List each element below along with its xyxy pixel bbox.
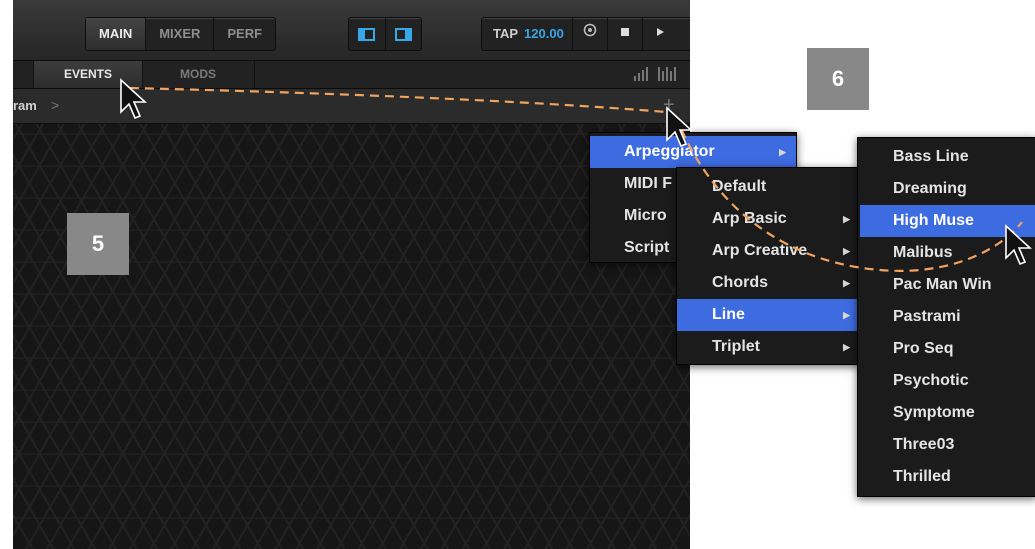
- section-tabs: EVENTS MODS: [13, 61, 690, 89]
- menu-item-arp-creative[interactable]: Arp Creative ▶: [677, 235, 860, 267]
- breadcrumb-item[interactable]: ram: [13, 98, 37, 113]
- step-badge-5: 5: [67, 213, 129, 275]
- menu-item-bass-line[interactable]: Bass Line: [858, 141, 1035, 173]
- meter-icon[interactable]: [634, 67, 648, 81]
- breadcrumb: ram > +: [13, 89, 690, 124]
- layout-left-icon: [358, 27, 376, 41]
- layout-right-button[interactable]: [386, 18, 422, 50]
- tab-mods[interactable]: MODS: [142, 61, 255, 88]
- tab-events[interactable]: EVENTS: [33, 61, 143, 88]
- step-badge-6: 6: [807, 48, 869, 110]
- submenu-arrow-icon: ▶: [843, 214, 850, 224]
- menu-item-label: Line: [712, 306, 745, 323]
- menu-item-arp-basic[interactable]: Arp Basic ▶: [677, 203, 860, 235]
- menu-item-psychotic[interactable]: Psychotic: [858, 365, 1035, 397]
- menu-item-label: Triplet: [712, 338, 761, 355]
- play-button[interactable]: [643, 18, 677, 50]
- submenu-arrow-icon: ▶: [779, 147, 786, 157]
- menu-item-three03[interactable]: Three03: [858, 429, 1035, 461]
- tap-button[interactable]: TAP: [482, 18, 524, 50]
- play-icon: [656, 28, 664, 36]
- menu-item-line[interactable]: Line ▶: [677, 299, 860, 331]
- menu-item-label: Chords: [712, 274, 768, 291]
- view-switcher: MAIN MIXER PERF: [85, 17, 277, 51]
- menu-item-pac-man-win[interactable]: Pac Man Win: [858, 269, 1035, 301]
- view-icons: [634, 67, 676, 81]
- menu-item-symptome[interactable]: Symptome: [858, 397, 1035, 429]
- menu-item-label: Arpeggiator: [624, 143, 715, 160]
- top-toolbar: MAIN MIXER PERF TAP 120.00: [13, 0, 690, 61]
- transport-bar: TAP 120.00: [481, 17, 690, 51]
- sync-icon: [583, 23, 597, 37]
- menu-item-pro-seq[interactable]: Pro Seq: [858, 333, 1035, 365]
- menu-item-thrilled[interactable]: Thrilled: [858, 461, 1035, 493]
- tab-main[interactable]: MAIN: [86, 18, 147, 50]
- tempo-field[interactable]: 120.00: [524, 18, 573, 50]
- menu-item-malibus[interactable]: Malibus: [858, 237, 1035, 269]
- piano-icon[interactable]: [658, 67, 676, 81]
- menu-item-label: Arp Creative: [712, 242, 808, 259]
- menu-item-high-muse[interactable]: High Muse: [860, 205, 1035, 237]
- tab-mixer[interactable]: MIXER: [146, 18, 215, 50]
- add-event-button[interactable]: +: [663, 94, 675, 117]
- arpeggiator-submenu: Default Arp Basic ▶ Arp Creative ▶ Chords ▶…: [676, 167, 861, 365]
- layout-right-icon: [394, 27, 412, 41]
- menu-item-arpeggiator[interactable]: Arpeggiator ▶: [590, 136, 796, 168]
- submenu-arrow-icon: ▶: [843, 310, 850, 320]
- stop-button[interactable]: [608, 18, 643, 50]
- menu-item-triplet[interactable]: Triplet ▶: [677, 331, 860, 363]
- menu-item-default[interactable]: Default: [677, 171, 860, 203]
- menu-item-label: Arp Basic: [712, 210, 787, 227]
- tab-perf[interactable]: PERF: [214, 18, 275, 50]
- chevron-right-icon: >: [51, 97, 60, 113]
- line-submenu: Bass Line Dreaming High Muse Malibus Pac…: [857, 137, 1035, 497]
- sync-button[interactable]: [573, 18, 608, 50]
- submenu-arrow-icon: ▶: [843, 278, 850, 288]
- menu-item-chords[interactable]: Chords ▶: [677, 267, 860, 299]
- layout-switcher: [348, 17, 422, 51]
- submenu-arrow-icon: ▶: [843, 342, 850, 352]
- menu-item-pastrami[interactable]: Pastrami: [858, 301, 1035, 333]
- menu-item-dreaming[interactable]: Dreaming: [858, 173, 1035, 205]
- layout-left-button[interactable]: [349, 18, 386, 50]
- stop-icon: [620, 28, 629, 36]
- submenu-arrow-icon: ▶: [843, 246, 850, 256]
